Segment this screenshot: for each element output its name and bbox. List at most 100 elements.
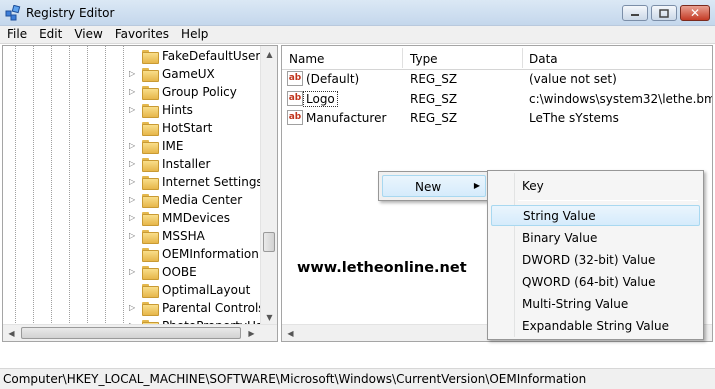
expand-arrow-icon[interactable]: ▷ [129, 232, 137, 240]
value-data: (value not set) [529, 72, 617, 86]
submenu-key-label: Key [522, 179, 544, 193]
tree-item-label: Parental Controls [162, 301, 265, 315]
tree-vertical-scrollbar[interactable]: ▲ ▼ [260, 46, 277, 326]
submenu-qword-value[interactable]: QWORD (64-bit) Value [491, 272, 700, 293]
value-type: REG_SZ [410, 111, 458, 125]
column-data[interactable]: Data [529, 52, 558, 66]
registry-editor-icon [5, 5, 21, 21]
new-label: New [415, 180, 442, 194]
minimize-icon [631, 14, 639, 16]
folder-icon [142, 212, 159, 226]
tree-item-label: MMDevices [162, 211, 230, 225]
submenu-key[interactable]: Key [491, 176, 700, 197]
value-row[interactable]: ab (Default) REG_SZ (value not set) [282, 70, 712, 89]
menu-bar: File Edit View Favorites Help [0, 26, 715, 44]
maximize-button[interactable] [651, 5, 677, 21]
string-value-icon: ab [287, 110, 303, 125]
submenu-binary-value[interactable]: Binary Value [491, 228, 700, 249]
expand-arrow-icon[interactable]: ▷ [129, 196, 137, 204]
submenu-dword-value-label: DWORD (32-bit) Value [522, 253, 656, 267]
tree-item[interactable]: ▷ OOBE [129, 263, 197, 281]
column-name[interactable]: Name [289, 52, 324, 66]
string-value-icon: ab [287, 91, 303, 106]
tree-item[interactable]: OptimalLayout [129, 281, 250, 299]
registry-tree[interactable]: FakeDefaultUserPr ▷ GameUX ▷ Group Policy ▷ Hi… [2, 45, 278, 342]
tree-item-label: Media Center [162, 193, 243, 207]
value-name: Manufacturer [306, 111, 387, 125]
close-button[interactable]: ✕ [680, 5, 710, 21]
expand-arrow-icon[interactable]: ▷ [129, 88, 137, 96]
value-row[interactable]: ab Manufacturer REG_SZ LeThe sYstems [282, 109, 712, 128]
value-data: LeThe sYstems [529, 111, 619, 125]
menu-file[interactable]: File [0, 26, 33, 43]
context-menu: New ▶ [378, 171, 490, 201]
string-value-icon: ab [287, 71, 303, 86]
tree-item[interactable]: ▷ Parental Controls [129, 299, 265, 317]
tree-item[interactable]: ▷ Hints [129, 101, 193, 119]
list-header: Name Type Data [282, 46, 712, 70]
scroll-right-icon[interactable]: ▶ [243, 325, 260, 341]
submenu-string-value-label: String Value [523, 209, 596, 223]
scroll-left-icon[interactable]: ◀ [3, 325, 20, 341]
submenu-multi-string-value-label: Multi-String Value [522, 297, 629, 311]
tree-item[interactable]: FakeDefaultUserPr [129, 47, 272, 65]
scroll-left-icon[interactable]: ◀ [282, 325, 299, 341]
tree-item-label: IME [162, 139, 184, 153]
tree-item[interactable]: HotStart [129, 119, 212, 137]
expand-arrow-icon[interactable]: ▷ [129, 70, 137, 78]
tree-item[interactable]: ▷ MSSHA [129, 227, 205, 245]
minimize-button[interactable] [622, 5, 648, 21]
tree-hscroll-thumb[interactable] [21, 327, 241, 339]
value-type: REG_SZ [410, 72, 458, 86]
tree-item-label: Group Policy [162, 85, 237, 99]
folder-icon [142, 302, 159, 316]
menu-favorites[interactable]: Favorites [109, 26, 175, 43]
submenu-binary-value-label: Binary Value [522, 231, 598, 245]
expand-arrow-icon[interactable]: ▷ [129, 214, 137, 222]
tree-horizontal-scrollbar[interactable]: ◀ ▶ [3, 324, 277, 341]
tree-guide-lines [15, 46, 124, 341]
tree-item[interactable]: ▷ Media Center [129, 191, 242, 209]
scroll-up-icon[interactable]: ▲ [261, 46, 277, 63]
menu-view[interactable]: View [68, 26, 108, 43]
folder-icon [142, 248, 159, 262]
tree-item-label: GameUX [162, 67, 215, 81]
tree-item-label: OptimalLayout [162, 283, 251, 297]
window-title: Registry Editor [26, 6, 115, 20]
folder-icon [142, 68, 159, 82]
value-type: REG_SZ [410, 92, 458, 106]
tree-item[interactable]: ▷ IME [129, 137, 183, 155]
folder-icon [142, 158, 159, 172]
tree-item-label: HotStart [162, 121, 213, 135]
value-row[interactable]: ab Logo REG_SZ c:\windows\system32\lethe… [282, 90, 712, 109]
expand-arrow-icon[interactable]: ▷ [129, 160, 137, 168]
folder-icon [142, 50, 159, 64]
expand-arrow-icon[interactable]: ▷ [129, 106, 137, 114]
folder-icon [142, 104, 159, 118]
column-type[interactable]: Type [410, 52, 438, 66]
menu-edit[interactable]: Edit [33, 26, 68, 43]
tree-item[interactable]: OEMInformation [129, 245, 259, 263]
tree-scroll-thumb[interactable] [263, 232, 275, 252]
tree-item[interactable]: ▷ Internet Settings [129, 173, 263, 191]
expand-arrow-icon[interactable]: ▷ [129, 142, 137, 150]
menu-help[interactable]: Help [175, 26, 214, 43]
tree-item[interactable]: ▷ Installer [129, 155, 210, 173]
submenu-multi-string-value[interactable]: Multi-String Value [491, 294, 700, 315]
tree-item[interactable]: ▷ Group Policy [129, 83, 237, 101]
submenu-dword-value[interactable]: DWORD (32-bit) Value [491, 250, 700, 271]
submenu-expandable-string-value[interactable]: Expandable String Value [491, 316, 700, 337]
column-divider[interactable] [402, 48, 403, 68]
column-divider[interactable] [522, 48, 523, 68]
context-menu-new[interactable]: New ▶ [382, 175, 486, 197]
submenu-string-value[interactable]: String Value [491, 205, 700, 226]
tree-item-label: OOBE [162, 265, 197, 279]
expand-arrow-icon[interactable]: ▷ [129, 178, 137, 186]
expand-arrow-icon[interactable]: ▷ [129, 304, 137, 312]
expand-arrow-icon[interactable]: ▷ [129, 268, 137, 276]
tree-item-label: MSSHA [162, 229, 205, 243]
tree-item[interactable]: ▷ GameUX [129, 65, 215, 83]
tree-item[interactable]: ▷ MMDevices [129, 209, 230, 227]
